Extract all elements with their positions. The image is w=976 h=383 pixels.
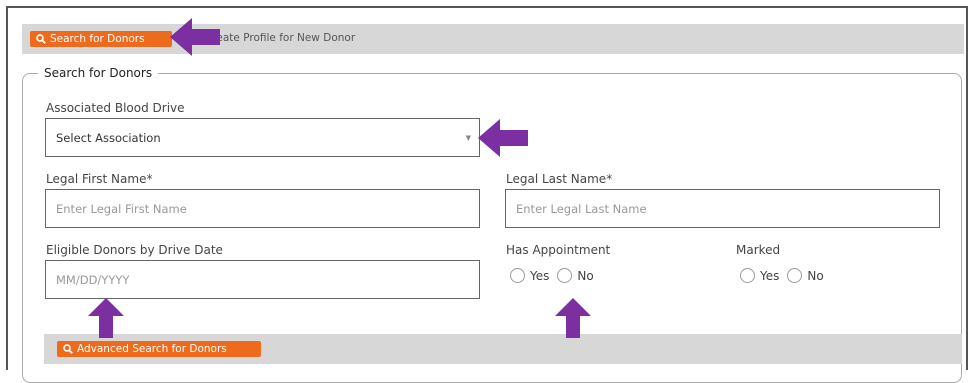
last-name-input[interactable]: Enter Legal Last Name [505, 189, 940, 228]
marked-yes[interactable]: Yes [740, 268, 779, 283]
last-name-label: Legal Last Name* [506, 172, 613, 186]
has-appointment-no[interactable]: No [557, 268, 594, 283]
blood-drive-select-value: Select Association [56, 130, 161, 145]
radio-circle[interactable] [557, 268, 573, 283]
drive-date-label: Eligible Donors by Drive Date [46, 243, 223, 257]
up-arrow-icon [88, 298, 124, 338]
up-arrow-icon [555, 298, 591, 338]
advanced-search-button[interactable]: Advanced Search for Donors [57, 341, 261, 357]
has-appointment-radio-group: Yes No [510, 268, 602, 283]
drive-date-input[interactable]: MM/DD/YYYY [45, 260, 480, 299]
create-profile-tab[interactable]: Create Profile for New Donor [205, 32, 355, 44]
last-name-placeholder: Enter Legal Last Name [516, 201, 647, 216]
search-fieldset-legend: Search for Donors [38, 66, 159, 80]
left-arrow-icon [170, 18, 220, 56]
search-for-donors-button[interactable]: Search for Donors [30, 31, 172, 47]
radio-circle[interactable] [740, 268, 755, 283]
search-icon [36, 34, 46, 44]
marked-label: Marked [736, 243, 781, 257]
left-arrow-icon [478, 119, 528, 157]
first-name-input[interactable]: Enter Legal First Name [45, 189, 480, 228]
has-appointment-label: Has Appointment [506, 243, 611, 257]
search-icon [63, 344, 73, 354]
chevron-down-icon: ▼ [465, 134, 471, 142]
first-name-label: Legal First Name* [46, 172, 153, 186]
advanced-search-label: Advanced Search for Donors [77, 343, 227, 355]
marked-radio-group: Yes No [740, 268, 832, 283]
has-appointment-yes[interactable]: Yes [510, 268, 549, 283]
marked-no[interactable]: No [787, 268, 824, 283]
blood-drive-select[interactable]: Select Association ▼ [45, 118, 480, 157]
radio-label: No [577, 268, 594, 283]
radio-circle[interactable] [510, 268, 525, 283]
radio-circle[interactable] [787, 268, 803, 283]
radio-label: No [807, 268, 824, 283]
first-name-placeholder: Enter Legal First Name [56, 201, 187, 216]
radio-label: Yes [760, 268, 780, 283]
radio-label: Yes [530, 268, 550, 283]
search-for-donors-label: Search for Donors [50, 33, 145, 45]
blood-drive-label: Associated Blood Drive [46, 101, 185, 115]
drive-date-placeholder: MM/DD/YYYY [56, 272, 130, 287]
